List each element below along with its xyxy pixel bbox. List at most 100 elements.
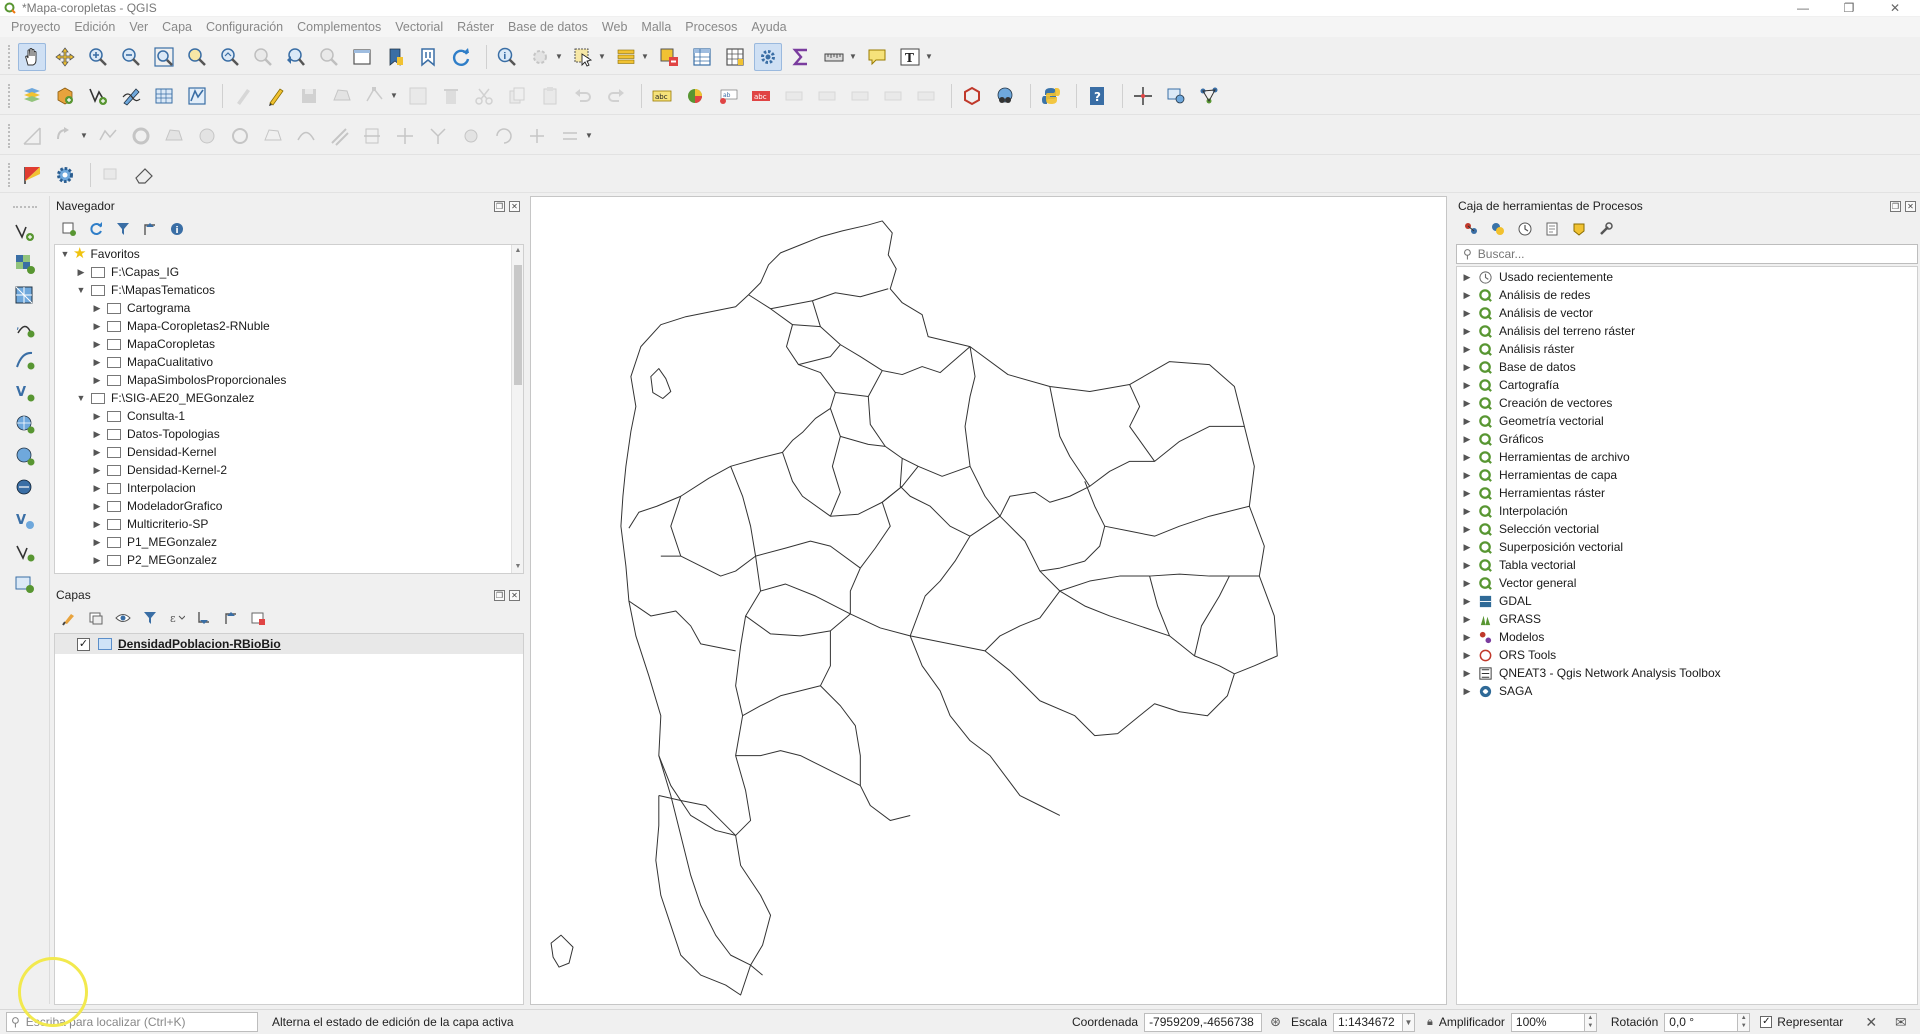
python-console-button[interactable] [1037,82,1065,110]
collapsed-arrow-icon[interactable]: ▶ [1457,686,1477,697]
select-features-button[interactable] [569,43,597,71]
add-polygon-button[interactable] [328,82,356,110]
reverse-line-button[interactable] [556,122,584,150]
toolbox-provider-item[interactable]: ▶ Tabla vectorial [1457,556,1917,574]
toolbox-provider-item[interactable]: ▶ Superposición vectorial [1457,538,1917,556]
collapsed-arrow-icon[interactable]: ▶ [1457,290,1477,301]
layer-name[interactable]: DensidadPoblacion-RBioBio [118,637,281,651]
close-panel-button[interactable]: ✕ [509,200,520,212]
add-vector-layer-button[interactable] [8,218,42,246]
collapsed-arrow-icon[interactable]: ▶ [1457,434,1477,445]
spatial-bookmark-button[interactable] [381,43,409,71]
collapsed-arrow-icon[interactable]: ▶ [91,501,103,512]
browser-item[interactable]: ▶ Densidad-Kernel [55,443,523,461]
add-part-button[interactable] [160,122,188,150]
diagram-options-button[interactable] [681,82,709,110]
geometry-checker-button[interactable] [991,82,1019,110]
delete-part-button[interactable] [259,122,287,150]
toolbox-provider-item[interactable]: ▶ Análisis de redes [1457,286,1917,304]
collapsed-arrow-icon[interactable]: ▶ [1457,614,1477,625]
filter-legend-button[interactable] [141,609,159,627]
add-mesh-layer-button[interactable] [8,282,42,310]
collapsed-arrow-icon[interactable]: ▶ [91,519,103,530]
dropdown-arrow-icon[interactable]: ▼ [598,52,606,61]
add-raster-layer-button[interactable] [8,250,42,278]
collapsed-arrow-icon[interactable]: ▶ [91,483,103,494]
collapsed-arrow-icon[interactable]: ▶ [1457,380,1477,391]
dropdown-arrow-icon[interactable]: ▼ [80,131,88,140]
collapsed-arrow-icon[interactable]: ▶ [1457,470,1477,481]
fill-ring-button[interactable] [193,122,221,150]
identify-features-button[interactable]: i [493,43,521,71]
collapse-all-layers-button[interactable] [222,609,240,627]
collapsed-arrow-icon[interactable]: ▶ [1457,632,1477,643]
browser-item[interactable]: ▶ P2_MEGonzalez [55,551,523,569]
region-boundaries-map[interactable] [531,197,1446,1004]
manage-map-themes-button[interactable] [114,609,132,627]
deselect-features-button[interactable] [655,43,683,71]
redo-button[interactable] [602,82,630,110]
new-temporary-layer-button[interactable] [183,82,211,110]
zoom-next-button[interactable] [315,43,343,71]
expanded-arrow-icon[interactable]: ▼ [59,249,71,259]
menu-base-de-datos[interactable]: Base de datos [501,20,595,34]
collapsed-arrow-icon[interactable]: ▶ [91,357,103,368]
label-properties-button[interactable] [879,82,907,110]
magnifier-spinner[interactable]: ▲ ▼ [1584,1012,1597,1032]
add-selected-layers-button[interactable] [60,220,78,238]
add-virtual-layer-button[interactable]: V [8,378,42,406]
toolbox-provider-item[interactable]: ▶ Cartografía [1457,376,1917,394]
magnifier-field[interactable]: 100% [1510,1012,1585,1032]
collapsed-arrow-icon[interactable]: ▶ [1457,542,1477,553]
georeferencer-button[interactable] [1162,82,1190,110]
refresh-button[interactable] [447,43,475,71]
enable-properties-button[interactable]: i [168,220,186,238]
add-spatialite-button[interactable] [8,346,42,374]
run-feature-action-button[interactable] [526,43,554,71]
collapsed-arrow-icon[interactable]: ▶ [1457,272,1477,283]
new-map-view-button[interactable] [348,43,376,71]
toolbox-provider-item[interactable]: ▶ GDAL [1457,592,1917,610]
toolbar-grip[interactable] [8,162,12,187]
collapsed-arrow-icon[interactable]: ▶ [91,537,103,548]
collapsed-arrow-icon[interactable]: ▶ [1457,488,1477,499]
render-checkbox[interactable]: ✓ [1760,1016,1773,1028]
toolbox-provider-item[interactable]: ▶ Gráficos [1457,430,1917,448]
map-canvas[interactable] [530,196,1447,1005]
menu-malla[interactable]: Malla [634,20,678,34]
collapsed-arrow-icon[interactable]: ▶ [1457,344,1477,355]
collapsed-arrow-icon[interactable]: ▶ [91,375,103,386]
toolbox-provider-item[interactable]: ▶ QNEAT3 - Qgis Network Analysis Toolbox [1457,664,1917,682]
collapsed-arrow-icon[interactable]: ▶ [1457,398,1477,409]
toolbox-search-input[interactable]: ⚲ Buscar... [1456,244,1918,264]
rotate-feature-button[interactable] [51,122,79,150]
browser-item[interactable]: ▶ Datos-Topologias [55,425,523,443]
pan-to-selection-button[interactable] [51,43,79,71]
paste-features-button[interactable] [536,82,564,110]
collapsed-arrow-icon[interactable]: ▶ [91,339,103,350]
browser-item[interactable]: ▶ F:\Capas_IG [55,263,523,281]
reshape-features-button[interactable] [292,122,320,150]
zoom-last-button[interactable] [282,43,310,71]
dropdown-arrow-icon[interactable]: ▼ [555,52,563,61]
processing-options-button[interactable] [1597,220,1615,238]
add-point-cloud-button[interactable] [8,570,42,598]
menu-complementos[interactable]: Complementos [290,20,388,34]
close-panel-button[interactable]: ✕ [1905,200,1916,212]
toolbar-grip[interactable] [12,206,37,210]
current-edits-button[interactable] [229,82,257,110]
toolbox-provider-item[interactable]: ▶ Interpolación [1457,502,1917,520]
dropdown-arrow-icon[interactable]: ▼ [585,131,593,140]
toolbox-provider-item[interactable]: ▶ SAGA [1457,682,1917,700]
browser-item[interactable]: ▶ Cartograma [55,299,523,317]
browser-item[interactable]: ▶ P1_MEGonzalez [55,533,523,551]
menu-raster[interactable]: Ráster [450,20,501,34]
float-panel-button[interactable]: ❐ [494,200,505,212]
plugin-flag-button[interactable] [18,161,46,189]
map-tips-button[interactable] [863,43,891,71]
show-bookmarks-button[interactable] [414,43,442,71]
new-virtual-layer-button[interactable] [150,82,178,110]
scale-dropdown-icon[interactable]: ▼ [1403,1012,1415,1032]
browser-item[interactable]: ▶ MapaCualitativo [55,353,523,371]
select-by-value-button[interactable] [612,43,640,71]
